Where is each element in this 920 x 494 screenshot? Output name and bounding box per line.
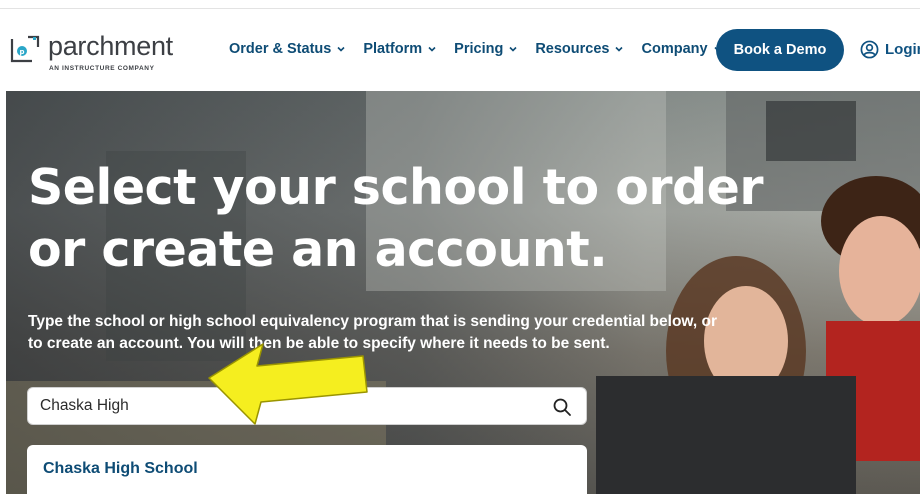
logo-wordmark: parchment — [48, 31, 173, 61]
nav-item-label: Resources — [535, 41, 610, 57]
search-result-item[interactable]: Chaska High School — [43, 460, 198, 478]
chevron-down-icon — [615, 46, 624, 52]
nav-item-label: Order & Status — [229, 41, 332, 57]
nav-item-label: Company — [641, 41, 708, 57]
nav-item-pricing[interactable]: Pricing — [454, 41, 518, 57]
book-demo-button[interactable]: Book a Demo — [716, 29, 844, 71]
chevron-down-icon — [509, 46, 517, 52]
chevron-down-icon — [428, 46, 436, 52]
parchment-logo[interactable]: p parchment AN INSTRUCTURE COMPANY — [10, 31, 173, 77]
nav-item-resources[interactable]: Resources — [535, 41, 624, 57]
logo-tagline: AN INSTRUCTURE COMPANY — [49, 65, 155, 72]
nav-item-company[interactable]: Company — [641, 41, 722, 57]
chevron-down-icon — [337, 46, 345, 52]
search-icon[interactable] — [552, 397, 572, 417]
site-header: p parchment AN INSTRUCTURE COMPANY Order… — [0, 9, 920, 91]
search-results-dropdown: Chaska High School — [27, 445, 587, 494]
main-nav: Order & Status Platform Pricing Resource… — [229, 41, 740, 57]
hero-section: Select your school to order or create an… — [6, 91, 920, 494]
svg-text:p: p — [19, 48, 24, 56]
login-link[interactable]: Login — [860, 40, 920, 59]
arrow-annotation-icon — [208, 343, 368, 425]
nav-item-label: Platform — [363, 41, 423, 57]
nav-item-order-status[interactable]: Order & Status — [229, 41, 346, 57]
hero-background-photo — [6, 91, 920, 494]
parchment-logo-icon: p — [10, 35, 40, 63]
nav-item-label: Pricing — [454, 41, 504, 57]
hero-description: Type the school or high school equivalen… — [28, 313, 718, 352]
nav-item-platform[interactable]: Platform — [363, 41, 437, 57]
page-title: Select your school to order or create an… — [28, 159, 764, 278]
user-circle-icon — [860, 40, 879, 59]
login-label: Login — [885, 41, 920, 58]
